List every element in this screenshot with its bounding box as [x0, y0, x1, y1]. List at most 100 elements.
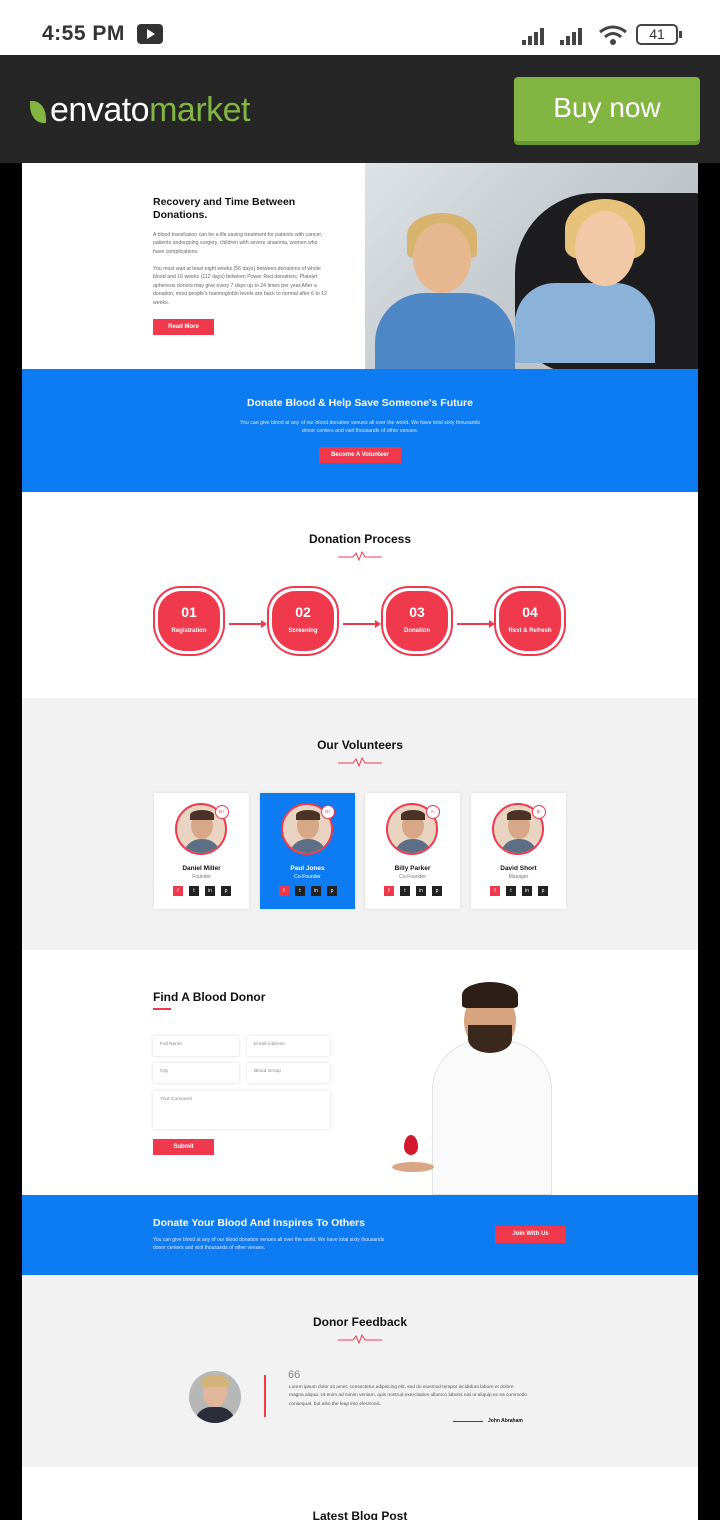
youtube-icon — [137, 24, 163, 44]
volunteer-card[interactable]: A- Billy Parker Co-Founder f t in p — [365, 793, 460, 909]
title-underline — [153, 1008, 171, 1010]
volunteers-title: Our Volunteers — [317, 738, 403, 752]
volunteer-card[interactable]: O+ Paul Jones Co-Founder f t in p — [260, 793, 355, 909]
donor-feedback-section: Donor Feedback 66 Lorem ipsum dolor sit … — [22, 1275, 698, 1467]
inspire-banner: Donate Your Blood And Inspires To Others… — [22, 1195, 698, 1275]
donation-process-section: Donation Process 01 Registration 02 Scre… — [22, 492, 698, 698]
linkedin-icon[interactable]: in — [416, 886, 426, 896]
donate-blood-banner: Donate Blood & Help Save Someone's Futur… — [22, 369, 698, 492]
blood-drop-icon — [404, 1135, 418, 1155]
facebook-icon[interactable]: f — [490, 886, 500, 896]
volunteer-card[interactable]: B+ Daniel Miller Founder f t in p — [154, 793, 249, 909]
step-label: Registration — [171, 628, 207, 634]
feedback-text: Lorem ipsum dolor sit amet, consectetur … — [289, 1385, 528, 1407]
doctor-image — [392, 970, 582, 1195]
step-number: 01 — [181, 604, 197, 620]
signal-icon — [522, 25, 548, 45]
step-number: 02 — [295, 604, 311, 620]
feedback-avatar — [189, 1371, 241, 1423]
right-margin — [698, 163, 720, 1520]
read-more-button[interactable]: Read More — [153, 319, 214, 335]
twitter-icon[interactable]: t — [400, 886, 410, 896]
heartbeat-divider-icon — [338, 1334, 382, 1344]
step-label: Rest & Refresh — [508, 628, 552, 634]
volunteer-role: Manager — [508, 874, 529, 880]
quote-divider — [264, 1375, 266, 1417]
inspire-text: You can give blood at any of our blood d… — [153, 1237, 385, 1251]
twitter-icon[interactable]: t — [295, 886, 305, 896]
wifi-icon — [599, 25, 627, 45]
donation-photo — [365, 163, 698, 369]
linkedin-icon[interactable]: in — [522, 886, 532, 896]
status-bar: 4:55 PM 41 — [0, 0, 720, 55]
facebook-icon[interactable]: f — [173, 886, 183, 896]
twitter-icon[interactable]: t — [189, 886, 199, 896]
linkedin-icon[interactable]: in — [311, 886, 321, 896]
comment-field[interactable]: Your Comment — [153, 1091, 330, 1129]
heartbeat-divider-icon — [338, 551, 382, 561]
process-step: 02 Screening — [267, 586, 339, 656]
envato-market-logo[interactable]: envatomarket — [30, 91, 251, 130]
recovery-title: Recovery and Time Between Donations. — [153, 196, 296, 221]
process-title: Donation Process — [308, 532, 412, 546]
find-donor-section: Find A Blood Donor Full Name Email Addre… — [22, 950, 698, 1195]
buy-now-button[interactable]: Buy now — [514, 77, 700, 141]
process-step: 04 Rest & Refresh — [494, 586, 566, 656]
recovery-para-1: A blood transfusion can be a life saving… — [153, 232, 323, 255]
city-field[interactable]: City — [153, 1063, 239, 1083]
process-step: 03 Donation — [381, 586, 453, 656]
volunteer-role: Co-Founder — [294, 874, 321, 880]
volunteer-card[interactable]: B- David Short Manager f t in p — [471, 793, 566, 909]
become-volunteer-button[interactable]: Become A Volunteer — [319, 447, 401, 463]
recovery-section: Recovery and Time Between Donations. A b… — [22, 163, 698, 369]
step-number: 03 — [409, 604, 425, 620]
find-donor-title: Find A Blood Donor — [153, 990, 266, 1004]
volunteer-role: Founder — [192, 874, 211, 880]
arrow-right-icon — [457, 620, 495, 628]
logo-envato-text: envato — [50, 91, 150, 129]
quote-icon: 66 — [288, 1369, 301, 1381]
blog-section: Latest Blog Post — [22, 1467, 698, 1520]
banner-title: Donate Blood & Help Save Someone's Futur… — [247, 397, 473, 409]
pinterest-icon[interactable]: p — [221, 886, 231, 896]
blood-type-badge: B- — [532, 805, 546, 819]
banner-text: You can give blood at any of our blood d… — [240, 420, 480, 434]
heartbeat-divider-icon — [338, 757, 382, 767]
blood-type-badge: B+ — [215, 805, 229, 819]
volunteer-role: Co-Founder — [399, 874, 426, 880]
blood-group-field[interactable]: Blood Group — [247, 1063, 330, 1083]
volunteer-name: Daniel Miller — [182, 865, 221, 872]
step-label: Donation — [404, 628, 430, 634]
volunteer-name: Paul Jones — [290, 865, 325, 872]
facebook-icon[interactable]: f — [279, 886, 289, 896]
twitter-icon[interactable]: t — [506, 886, 516, 896]
pinterest-icon[interactable]: p — [432, 886, 442, 896]
join-with-us-button[interactable]: Join With Us — [495, 1226, 566, 1243]
volunteers-section: Our Volunteers B+ Daniel Miller Founder … — [22, 698, 698, 950]
step-label: Screening — [288, 628, 318, 634]
author-dash — [453, 1421, 483, 1422]
feedback-title: Donor Feedback — [312, 1315, 408, 1329]
submit-button[interactable]: Submit — [153, 1139, 214, 1155]
step-number: 04 — [522, 604, 538, 620]
facebook-icon[interactable]: f — [384, 886, 394, 896]
recovery-para-2: You must wait at least eight weeks (56 d… — [153, 266, 328, 306]
envato-topbar: envatomarket Buy now — [0, 55, 720, 163]
blood-type-badge: A- — [426, 805, 440, 819]
pinterest-icon[interactable]: p — [538, 886, 548, 896]
battery-icon: 41 — [636, 24, 682, 45]
preview-page[interactable]: Recovery and Time Between Donations. A b… — [22, 163, 698, 1520]
full-name-field[interactable]: Full Name — [153, 1036, 239, 1056]
pinterest-icon[interactable]: p — [327, 886, 337, 896]
blog-title: Latest Blog Post — [312, 1509, 408, 1520]
inspire-title: Donate Your Blood And Inspires To Others — [153, 1217, 365, 1229]
blood-type-badge: O+ — [321, 805, 335, 819]
volunteer-name: Billy Parker — [394, 865, 431, 872]
arrow-right-icon — [229, 620, 267, 628]
status-time: 4:55 PM — [42, 22, 125, 45]
arrow-right-icon — [343, 620, 381, 628]
feedback-author: John Abraham — [488, 1418, 523, 1424]
linkedin-icon[interactable]: in — [205, 886, 215, 896]
email-field[interactable]: Email Address — [247, 1036, 330, 1056]
signal-icon-2 — [560, 25, 586, 45]
